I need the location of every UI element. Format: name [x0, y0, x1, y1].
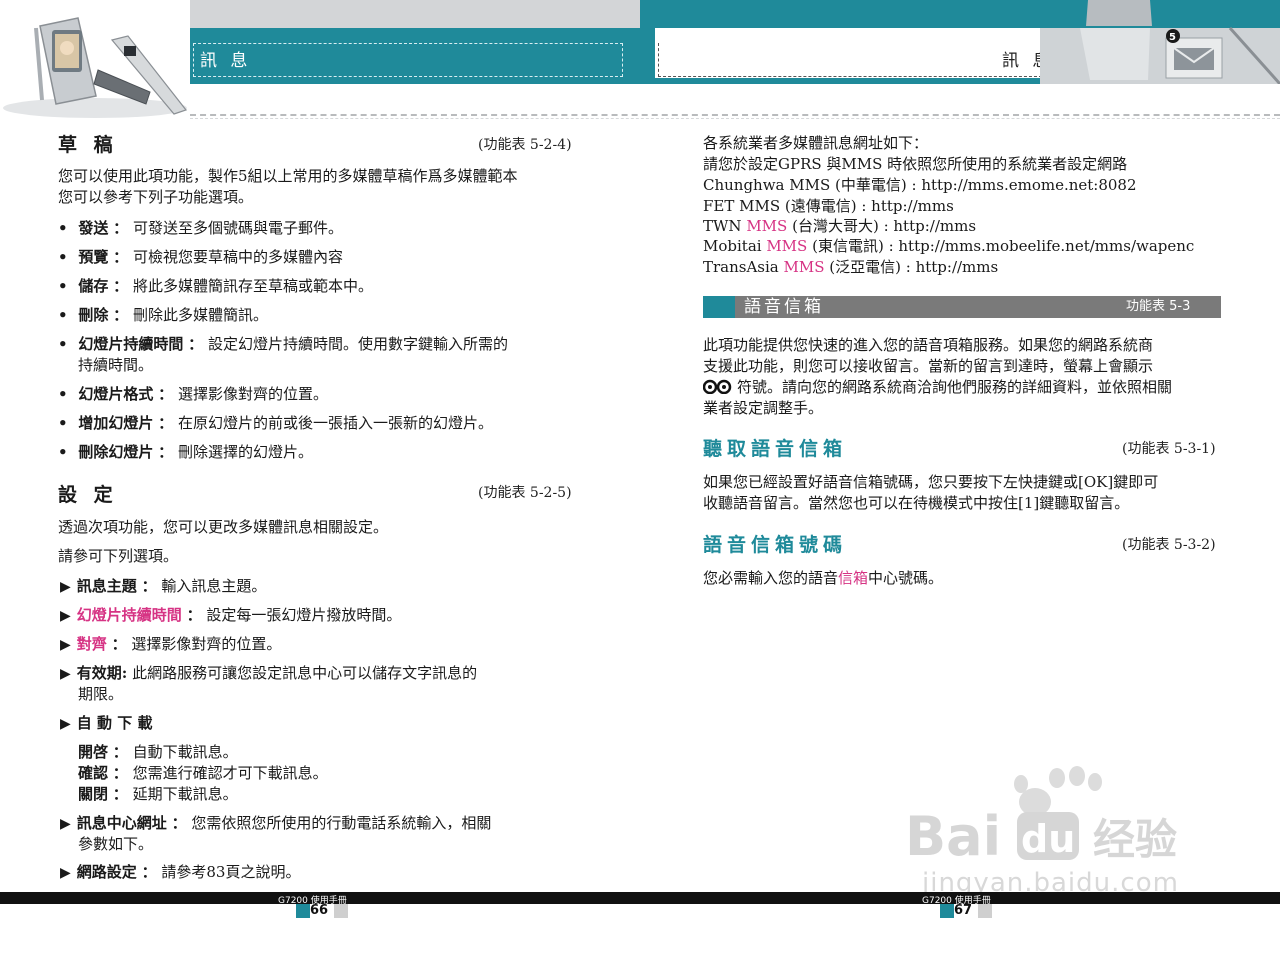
settings-intro-1: 透過次項功能，您可以更改多媒體訊息相關設定。 [58, 518, 389, 536]
header-left-title: 訊 息 [200, 51, 252, 71]
phone-message-illustration: 5 [1040, 0, 1280, 84]
listen-voicemail-text-1: 如果您已經設置好語音信箱號碼，您只要按下左快捷鍵或[OK]鍵即可 [703, 473, 1159, 491]
voicemail-bar-accent [703, 296, 735, 318]
draft-intro-2: 您可以參考下列子功能選項。 [58, 188, 254, 206]
voicemail-icon [702, 379, 732, 395]
page-marker-teal [296, 904, 310, 918]
list-item-continued: 期限。 [78, 685, 124, 703]
list-item: 預覽 ： 可檢視您要草稿中的多媒體內容 [58, 247, 343, 268]
settings-ref: (功能表 5-2-5) [478, 485, 572, 501]
mms-url-row: Chunghwa MMS (中華電信) : http://mms.emome.n… [703, 176, 1137, 194]
triangle-right-icon: ▶ [60, 637, 71, 653]
voicemail-intro-4: 業者設定調整手。 [703, 399, 824, 417]
list-item: ▶ 訊息中心網址 ： 您需依照您所使用的行動電話系統輸入，相關 [60, 814, 492, 832]
header-divider-thin [190, 118, 1280, 119]
draft-title: 草 稿 [58, 134, 118, 156]
listen-voicemail-ref: (功能表 5-3-1) [1122, 441, 1216, 457]
mms-url-row: TWN MMS (台灣大哥大) : http://mms [703, 217, 977, 235]
phone-illustration [0, 0, 190, 120]
page-number-left: 66 [310, 903, 329, 918]
voicemail-number-title: 語音信箱號碼 [703, 534, 848, 556]
watermark-brand: Bai [905, 805, 1001, 868]
autodl-option: 關閉 ： 延期下載訊息。 [78, 785, 238, 803]
draft-intro-1: 您可以使用此項功能，製作5組以上常用的多媒體草稿作爲多媒體範本 [58, 167, 518, 185]
list-item: ▶ 幻燈片持續時間 ： 設定每一張幻燈片撥放時間。 [60, 606, 402, 624]
list-item: ▶ 自 動 下 載 [60, 714, 153, 732]
triangle-right-icon: ▶ [60, 666, 71, 682]
autodl-option: 確認 ： 您需進行確認才可下載訊息。 [78, 764, 328, 782]
triangle-right-icon: ▶ [60, 865, 71, 881]
list-item: 幻燈片持續時間 ： 設定幻燈片持續時間。使用數字鍵輸入所需的 [58, 334, 508, 355]
page-marker-gray [978, 904, 992, 918]
voicemail-section-title: 語音信箱 [744, 297, 824, 317]
header-left-dash-frame [193, 43, 623, 77]
triangle-right-icon: ▶ [60, 816, 71, 832]
list-item: ▶ 有效期: 此網路服務可讓您設定訊息中心可以儲存文字訊息的 [60, 664, 478, 682]
header-right-dash-frame [658, 43, 1042, 77]
settings-title: 設 定 [58, 484, 118, 506]
mms-url-intro-1: 各系統業者多媒體訊息網址如下： [703, 134, 929, 152]
triangle-right-icon: ▶ [60, 579, 71, 595]
mms-url-row: FET MMS (遠傳電信) : http://mms [703, 197, 954, 215]
voicemail-intro-3: 符號。請向您的網路系統商洽詢他們服務的詳細資料，並依照相關 [702, 377, 1172, 398]
list-item: 刪除幻燈片 ： 刪除選擇的幻燈片。 [58, 442, 313, 463]
triangle-right-icon: ▶ [60, 716, 71, 732]
settings-intro-2: 請參可下列選項。 [58, 547, 179, 565]
watermark-brand-2: du [1021, 817, 1075, 861]
voicemail-section-ref: 功能表 5-3 [1126, 299, 1191, 314]
mms-url-intro-2: 請您於設定GPRS 與MMS 時依照您所使用的系統業者設定網路 [703, 155, 1128, 173]
list-item: ▶ 對齊 ： 選擇影像對齊的位置。 [60, 635, 282, 653]
voicemail-number-ref: (功能表 5-3-2) [1122, 537, 1216, 553]
list-item: 增加幻燈片 ： 在原幻燈片的前或後一張插入一張新的幻燈片。 [58, 413, 493, 434]
list-item-continued: 持續時間。 [78, 356, 154, 374]
page-marker-teal [940, 904, 954, 918]
autodl-option: 開啓 ： 自動下載訊息。 [78, 743, 238, 761]
listen-voicemail-title: 聽取語音信箱 [703, 438, 848, 460]
list-item: 刪除 ： 刪除此多媒體簡訊。 [58, 305, 268, 326]
list-item: 發送 ： 可發送至多個號碼與電子郵件。 [58, 218, 343, 239]
header-left-gray-strip [185, 0, 640, 28]
voicemail-intro-1: 此項功能提供您快速的進入您的語音項箱服務。如果您的網路系統商 [703, 336, 1154, 354]
list-item: 幻燈片格式 ： 選擇影像對齊的位置。 [58, 384, 328, 405]
chapter-badge: 5 [1169, 32, 1176, 43]
footer-bar [0, 892, 1280, 904]
mms-url-row: TransAsia MMS (泛亞電信) : http://mms [703, 258, 999, 276]
header-divider [190, 114, 1280, 116]
list-item: ▶ 訊息主題 ： 輸入訊息主題。 [60, 577, 267, 595]
list-item-continued: 參數如下。 [78, 835, 154, 853]
draft-ref: (功能表 5-2-4) [478, 137, 572, 153]
page-marker-gray [334, 904, 348, 918]
list-item: ▶ 網路設定 ： 請參考83頁之說明。 [60, 863, 301, 881]
page-number-right: 67 [954, 903, 973, 918]
voicemail-intro-2: 支援此功能，則您可以接收留言。當新的留言到達時，螢幕上會顯示 [703, 357, 1154, 375]
listen-voicemail-text-2: 收聽語音留言。當然您也可以在待機模式中按住[1]鍵聽取留言。 [703, 494, 1130, 512]
watermark-cn: 经验 [1093, 815, 1177, 864]
mms-url-row: Mobitai MMS (東信電訊) : http://mms.mobeelif… [703, 237, 1195, 255]
triangle-right-icon: ▶ [60, 608, 71, 624]
list-item: 儲存 ： 將此多媒體簡訊存至草稿或範本中。 [58, 276, 373, 297]
baidu-watermark: Bai du 经验 [905, 766, 1177, 868]
voicemail-number-text: 您必需輸入您的語音信箱中心號碼。 [703, 569, 944, 587]
